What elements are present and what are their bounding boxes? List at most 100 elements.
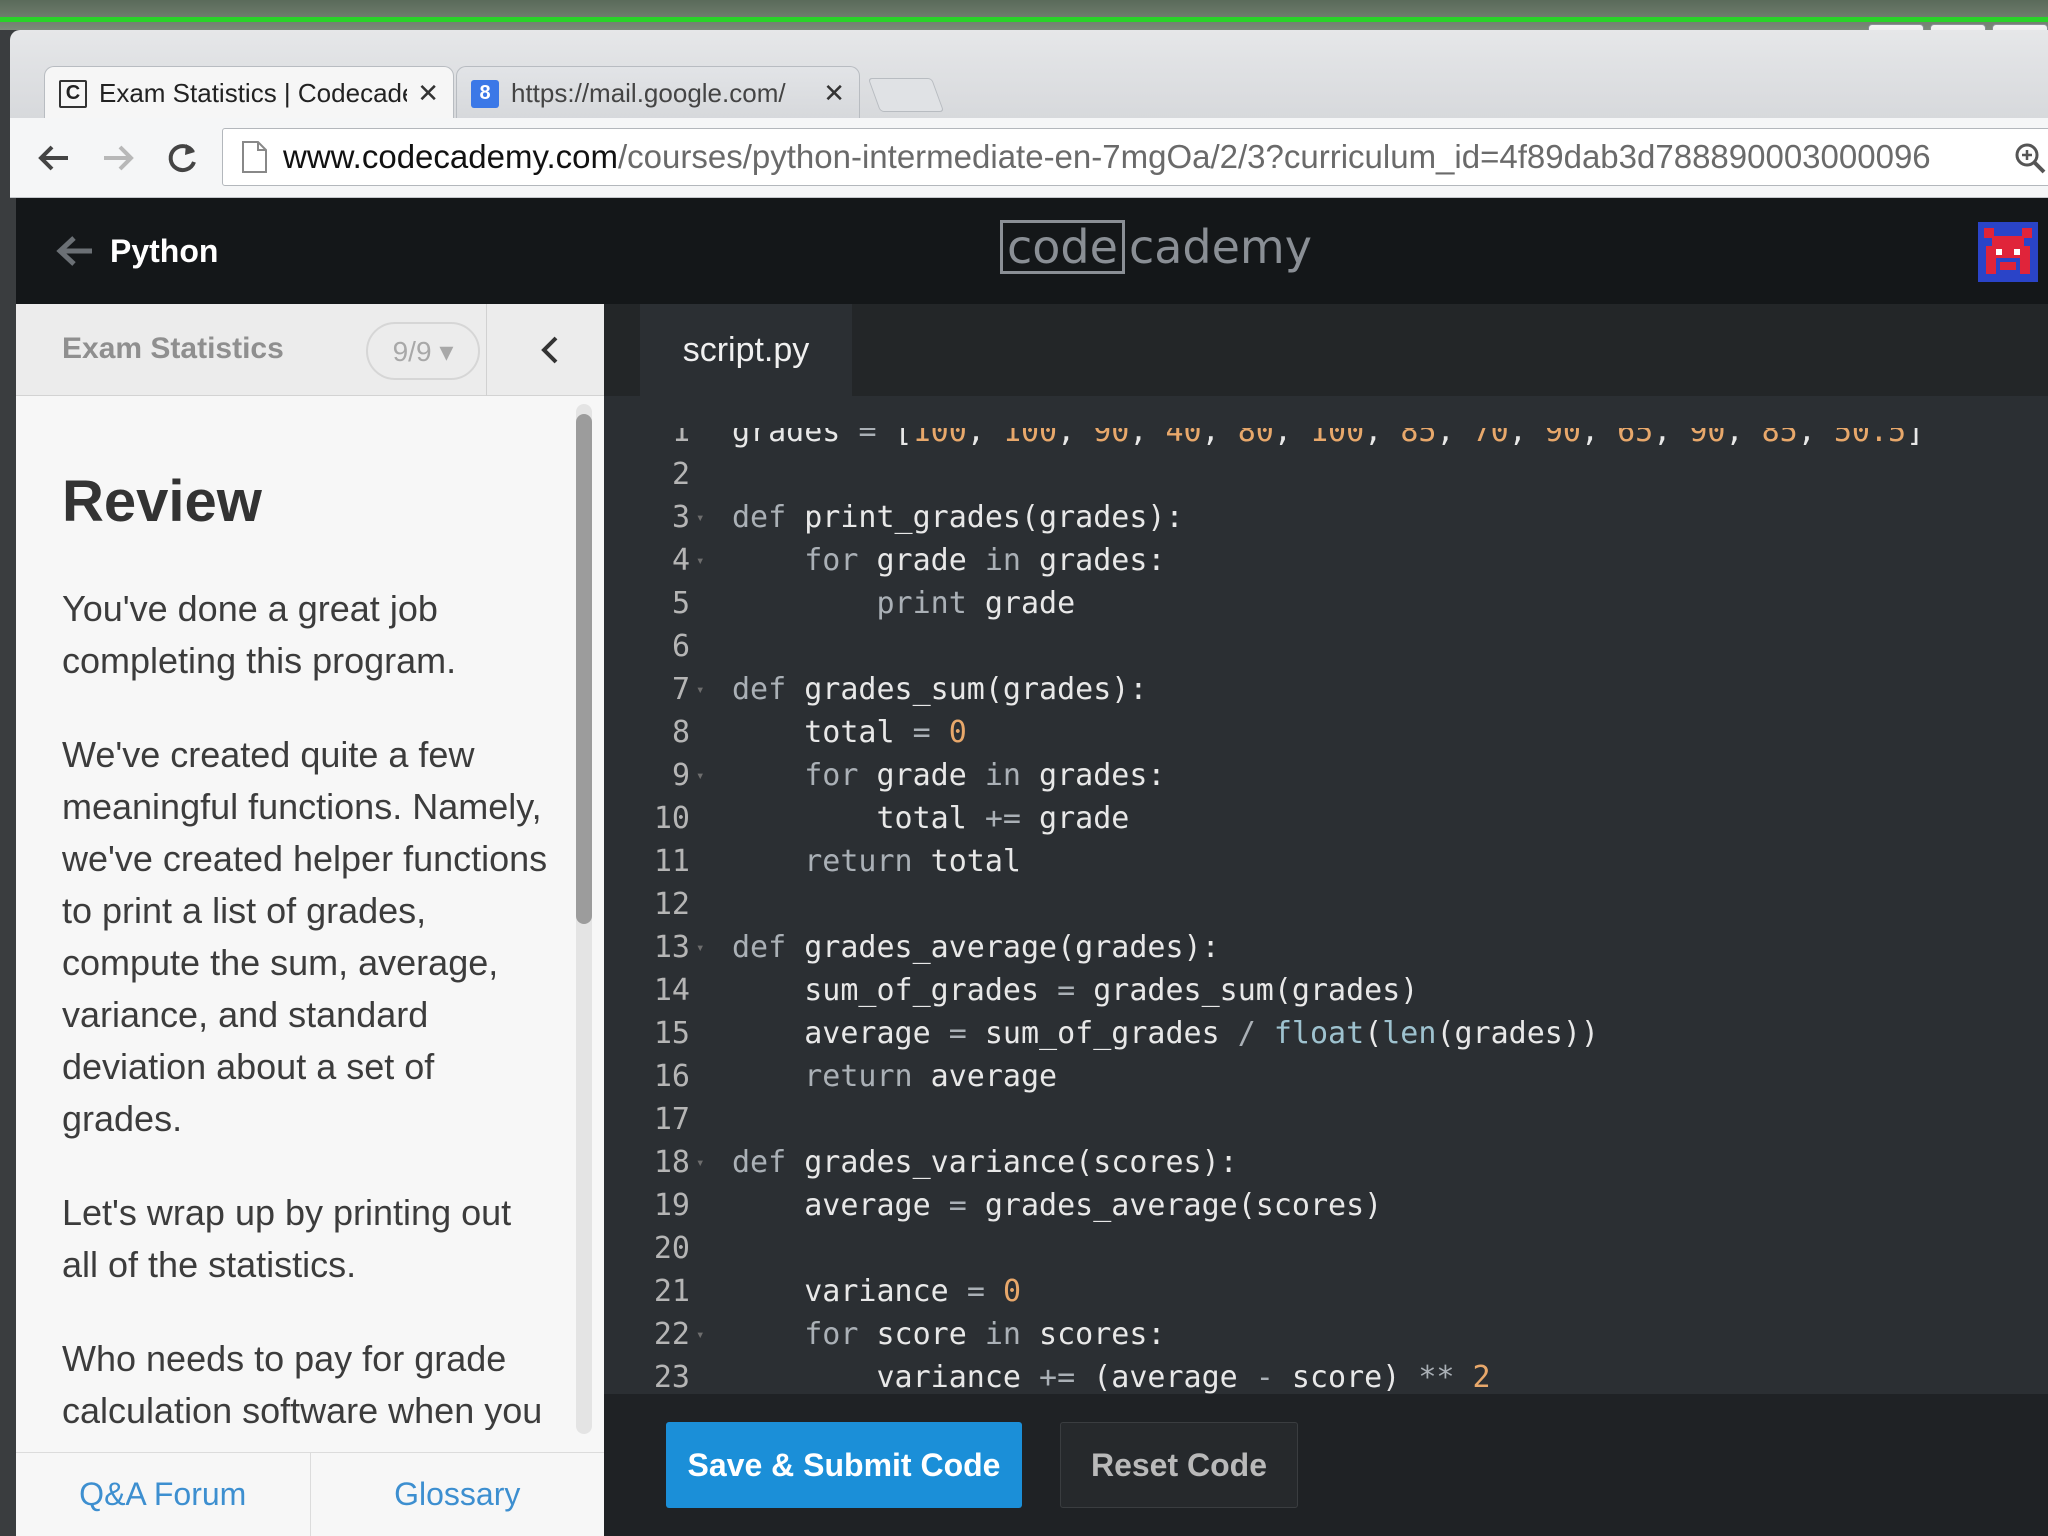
qa-forum-link[interactable]: Q&A Forum bbox=[16, 1453, 310, 1536]
code-text: def grades_variance(scores): bbox=[732, 1145, 1238, 1180]
exercise-progress-dropdown[interactable]: 9/9 ▾ bbox=[366, 322, 480, 380]
line-number: 8 bbox=[671, 715, 690, 750]
code-line[interactable]: 20 bbox=[604, 1227, 732, 1270]
left-arrow-icon bbox=[56, 236, 92, 266]
scrollbar-thumb[interactable] bbox=[576, 414, 592, 924]
forward-arrow-icon[interactable] bbox=[86, 126, 150, 190]
code-text: for grade in grades: bbox=[804, 543, 1166, 578]
code-text: total += grade bbox=[732, 801, 1130, 836]
code-line[interactable]: 3 ▾ def print_grades(grades): bbox=[604, 496, 1184, 539]
codecademy-favicon-icon: C bbox=[59, 79, 87, 108]
code-line[interactable]: 21 variance = 0 bbox=[604, 1270, 1021, 1313]
code-text: def grades_average(grades): bbox=[732, 930, 1220, 965]
code-line[interactable]: 11 return total bbox=[604, 840, 1021, 883]
chevron-left-icon[interactable] bbox=[531, 330, 571, 370]
url-host: www.codecademy.com bbox=[283, 138, 619, 175]
code-line[interactable]: 15 average = sum_of_grades / float(len(g… bbox=[604, 1012, 1599, 1055]
code-line[interactable]: 9 ▾ for grade in grades: bbox=[604, 754, 1166, 797]
address-bar[interactable]: www.codecademy.com/courses/python-interm… bbox=[222, 128, 2048, 186]
code-line[interactable]: 7 ▾ def grades_sum(grades): bbox=[604, 668, 1147, 711]
close-icon[interactable]: ✕ bbox=[823, 78, 845, 109]
line-number: 13 bbox=[653, 930, 690, 965]
save-submit-button[interactable]: Save & Submit Code bbox=[666, 1422, 1022, 1508]
line-number: 6 bbox=[671, 629, 690, 664]
code-line[interactable]: 2 bbox=[604, 453, 732, 496]
code-line[interactable]: 12 bbox=[604, 883, 732, 926]
section-heading: Review bbox=[62, 469, 262, 534]
tab-title: Exam Statistics | Codecade bbox=[99, 78, 408, 108]
code-text: variance += (average - score) ** 2 bbox=[732, 1360, 1491, 1394]
line-number: 14 bbox=[653, 973, 690, 1008]
new-tab-button[interactable] bbox=[867, 78, 945, 112]
code-text: variance = 0 bbox=[732, 1274, 1021, 1309]
fold-arrow-icon[interactable]: ▾ bbox=[690, 1155, 710, 1171]
line-number: 21 bbox=[653, 1274, 690, 1309]
editor-actions: Save & Submit Code Reset Code bbox=[604, 1394, 2048, 1536]
code-line[interactable]: 8 total = 0 bbox=[604, 711, 967, 754]
glossary-link[interactable]: Glossary bbox=[311, 1453, 605, 1536]
code-line[interactable]: 22 ▾ for score in scores: bbox=[604, 1313, 1166, 1356]
codecademy-header: Python code cademy bbox=[16, 198, 2048, 304]
line-number: 11 bbox=[653, 844, 690, 879]
course-name: Python bbox=[110, 232, 219, 269]
tab-gmail[interactable]: 8 https://mail.google.com/ ✕ bbox=[456, 66, 860, 120]
code-line[interactable]: 1 grades = [100, 100, 90, 40, 80, 100, 85… bbox=[604, 428, 1924, 453]
paragraph: You've done a great job completing this … bbox=[62, 588, 457, 681]
fold-arrow-icon[interactable]: ▾ bbox=[690, 940, 710, 956]
instructions-scrollbar[interactable] bbox=[576, 404, 592, 1434]
tab-title: https://mail.google.com/ bbox=[511, 78, 786, 108]
instructions-panel: Exam Statistics 9/9 ▾ Review You've done… bbox=[16, 304, 604, 1536]
back-arrow-icon[interactable] bbox=[22, 126, 86, 190]
code-line[interactable]: 23 variance += (average - score) ** 2 bbox=[604, 1356, 1491, 1394]
close-icon[interactable]: ✕ bbox=[417, 78, 439, 109]
code-line[interactable]: 5 print grade bbox=[604, 582, 1075, 625]
fold-arrow-icon[interactable]: ▾ bbox=[690, 553, 710, 569]
code-text: total = 0 bbox=[732, 715, 967, 750]
code-line[interactable]: 10 total += grade bbox=[604, 797, 1130, 840]
line-number: 7 bbox=[671, 672, 690, 707]
editor-tabs: script.py bbox=[604, 304, 2048, 396]
code-line[interactable]: 19 average = grades_average(scores) bbox=[604, 1184, 1382, 1227]
line-number: 3 bbox=[671, 500, 690, 535]
browser-toolbar: www.codecademy.com/courses/python-interm… bbox=[10, 118, 2048, 198]
line-number: 2 bbox=[671, 457, 690, 492]
reset-code-button[interactable]: Reset Code bbox=[1060, 1422, 1298, 1508]
tab-strip: C Exam Statistics | Codecade ✕ 8 https:/… bbox=[10, 30, 2048, 120]
line-number: 16 bbox=[653, 1059, 690, 1094]
lesson-header: Exam Statistics 9/9 ▾ bbox=[16, 304, 604, 396]
page-icon bbox=[242, 141, 267, 173]
line-number: 15 bbox=[653, 1016, 690, 1051]
fold-arrow-icon[interactable]: ▾ bbox=[690, 682, 710, 698]
tab-script-py[interactable]: script.py bbox=[640, 304, 852, 396]
zoom-icon[interactable] bbox=[2013, 141, 2047, 175]
url-path: /courses/python-intermediate-en-7mgOa/2/… bbox=[618, 138, 1931, 175]
code-line[interactable]: 14 sum_of_grades = grades_sum(grades) bbox=[604, 969, 1418, 1012]
code-line[interactable]: 13 ▾ def grades_average(grades): bbox=[604, 926, 1220, 969]
avatar[interactable] bbox=[1978, 222, 2038, 282]
fold-arrow-icon[interactable]: ▾ bbox=[690, 510, 710, 526]
progress-strip bbox=[0, 17, 2048, 22]
code-text: return total bbox=[804, 844, 1021, 879]
code-text: def grades_sum(grades): bbox=[732, 672, 1148, 707]
fold-arrow-icon[interactable]: ▾ bbox=[690, 768, 710, 784]
back-to-course-link[interactable]: Python bbox=[52, 228, 218, 274]
divider bbox=[486, 304, 487, 396]
line-number: 12 bbox=[653, 887, 690, 922]
codecademy-logo[interactable]: code cademy bbox=[1000, 220, 1312, 274]
line-number: 19 bbox=[653, 1188, 690, 1223]
logo-cademy: cademy bbox=[1128, 220, 1312, 274]
line-number: 22 bbox=[653, 1317, 690, 1352]
lesson-title: Exam Statistics bbox=[62, 332, 284, 365]
code-line[interactable]: 16 return average bbox=[604, 1055, 1057, 1098]
google-plus-favicon-icon: 8 bbox=[471, 79, 499, 108]
reload-icon[interactable] bbox=[150, 126, 214, 190]
tab-exam-statistics[interactable]: C Exam Statistics | Codecade ✕ bbox=[44, 66, 454, 120]
code-line[interactable]: 18 ▾ def grades_variance(scores): bbox=[604, 1141, 1238, 1184]
fold-arrow-icon[interactable]: ▾ bbox=[690, 1327, 710, 1343]
code-line[interactable]: 4 ▾ for grade in grades: bbox=[604, 539, 1166, 582]
code-text: average = sum_of_grades / float(len(grad… bbox=[732, 1016, 1599, 1051]
logo-code: code bbox=[1000, 220, 1125, 274]
code-area[interactable]: 1 grades = [100, 100, 90, 40, 80, 100, 85… bbox=[604, 428, 2048, 1394]
code-line[interactable]: 6 bbox=[604, 625, 732, 668]
code-line[interactable]: 17 bbox=[604, 1098, 732, 1141]
